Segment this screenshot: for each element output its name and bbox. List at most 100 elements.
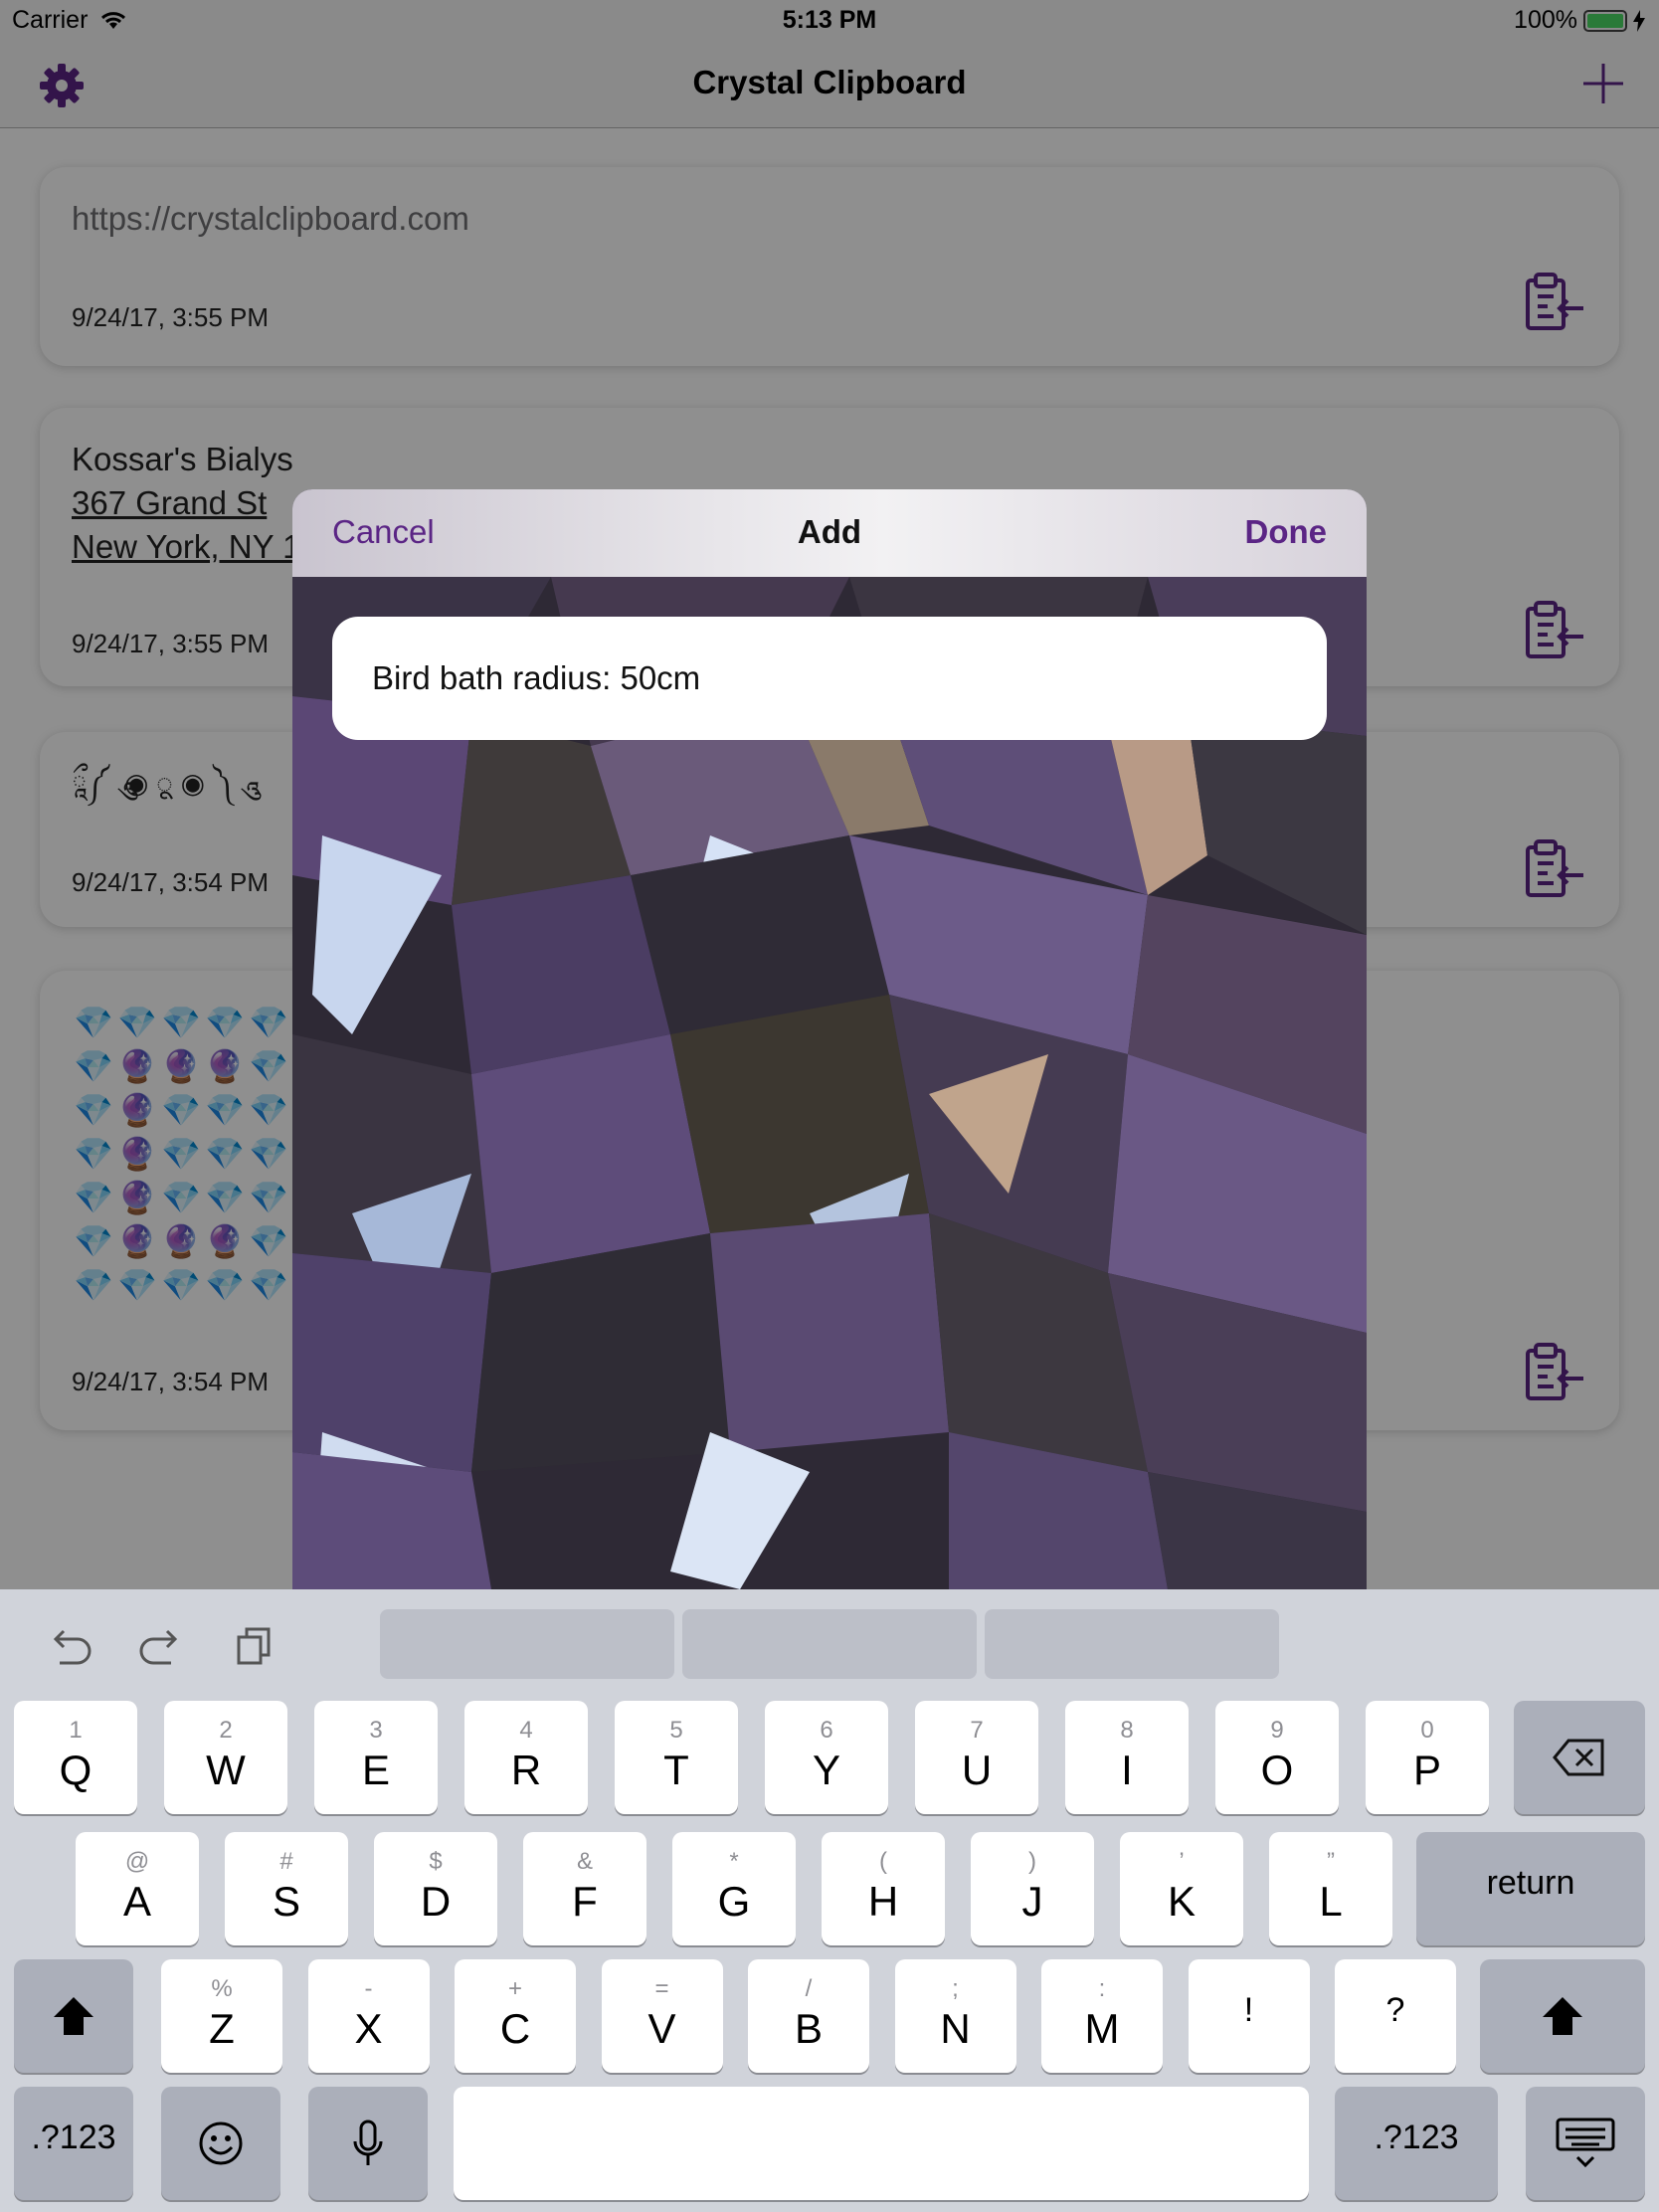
key-label: U — [961, 1747, 993, 1793]
key-secondary-label: 2 — [219, 1717, 233, 1744]
key-label: Z — [209, 2005, 235, 2052]
key-label: S — [272, 1878, 300, 1925]
key-label: Y — [812, 1747, 840, 1793]
dismiss-keyboard-key[interactable] — [1526, 2087, 1645, 2200]
key-u[interactable]: 7U — [915, 1701, 1038, 1814]
key-label: O — [1260, 1747, 1294, 1793]
key-b[interactable]: / B — [748, 1959, 869, 2073]
key-secondary-label: @ — [124, 1848, 150, 1875]
key-secondary-label: 3 — [369, 1717, 383, 1744]
key-label: X — [354, 2005, 383, 2052]
suggestion-slot[interactable] — [985, 1609, 1279, 1679]
clip-text-input[interactable] — [332, 617, 1327, 740]
key-exclamation[interactable]: ! — [1188, 1959, 1310, 2073]
return-label: return — [1486, 1864, 1575, 1902]
key-label: H — [867, 1878, 899, 1925]
key-secondary-label: 8 — [1120, 1717, 1134, 1744]
key-secondary-label: 7 — [970, 1717, 984, 1744]
redo-icon[interactable] — [133, 1617, 189, 1673]
key-g[interactable]: * G — [672, 1832, 796, 1945]
shift-key-right[interactable] — [1480, 1959, 1645, 2073]
key-label: M — [1084, 2005, 1120, 2052]
key-secondary-label: * — [729, 1848, 739, 1875]
key-label: L — [1319, 1878, 1343, 1925]
key-label: Q — [59, 1747, 92, 1793]
key-label: B — [794, 2005, 823, 2052]
key-secondary-label: + — [507, 1975, 522, 2002]
key-k[interactable]: ’ K — [1120, 1832, 1243, 1945]
key-secondary-label: 6 — [820, 1717, 833, 1744]
key-secondary-label: 9 — [1270, 1717, 1284, 1744]
suggestion-slot[interactable] — [682, 1609, 977, 1679]
key-v[interactable]: = V — [601, 1959, 723, 2073]
key-secondary-label: ; — [952, 1975, 959, 2002]
done-button[interactable]: Done — [1245, 513, 1328, 551]
key-secondary-label: 5 — [669, 1717, 683, 1744]
key-label: I — [1121, 1747, 1133, 1793]
key-a[interactable]: @ A — [76, 1832, 199, 1945]
modal-header: Cancel Add Done — [292, 489, 1367, 577]
key-label: R — [510, 1747, 542, 1793]
key-secondary-label: 1 — [69, 1717, 83, 1744]
paste-icon[interactable] — [225, 1617, 280, 1673]
key-e[interactable]: 3E — [314, 1701, 438, 1814]
key-i[interactable]: 8I — [1065, 1701, 1189, 1814]
key-secondary-label: = — [654, 1975, 669, 2002]
key-secondary-label: ) — [1028, 1848, 1036, 1875]
numbers-key-right[interactable]: .?123 — [1335, 2087, 1498, 2200]
numbers-key-left[interactable]: .?123 — [14, 2087, 133, 2200]
key-secondary-label: # — [279, 1848, 293, 1875]
key-secondary-label: ” — [1327, 1848, 1335, 1875]
shift-key-left[interactable] — [14, 1959, 133, 2073]
delete-icon — [1553, 1739, 1604, 1776]
key-secondary-label: 4 — [519, 1717, 533, 1744]
key-label: G — [717, 1878, 751, 1925]
key-p[interactable]: 0P — [1366, 1701, 1489, 1814]
microphone-icon — [353, 2120, 383, 2165]
key-secondary-label: : — [1098, 1975, 1106, 2002]
emoji-key[interactable] — [161, 2087, 280, 2200]
add-clip-modal: Cancel Add Done — [292, 489, 1367, 1589]
key-label: E — [361, 1747, 390, 1793]
key-f[interactable]: & F — [523, 1832, 646, 1945]
key-question[interactable]: ? — [1335, 1959, 1456, 2073]
key-o[interactable]: 9O — [1215, 1701, 1339, 1814]
key-secondary-label: ( — [879, 1848, 887, 1875]
modal-title: Add — [797, 513, 862, 550]
key-q[interactable]: 1Q — [14, 1701, 137, 1814]
key-y[interactable]: 6Y — [765, 1701, 888, 1814]
key-label: V — [647, 2005, 676, 2052]
key-secondary-label: / — [805, 1975, 813, 2002]
key-m[interactable]: :M — [1041, 1959, 1163, 2073]
key-x[interactable]: -X — [307, 1959, 430, 2073]
key-h[interactable]: (H — [822, 1832, 945, 1945]
key-j[interactable]: ) J — [971, 1832, 1094, 1945]
key-label: N — [940, 2005, 971, 2052]
key-secondary-label: - — [364, 1975, 373, 2002]
key-secondary-label: 0 — [1420, 1717, 1434, 1744]
key-s[interactable]: # S — [225, 1832, 348, 1945]
undo-icon[interactable] — [42, 1617, 97, 1673]
emoji-icon — [199, 2121, 243, 2165]
space-bar[interactable] — [454, 2087, 1309, 2200]
key-d[interactable]: $ D — [374, 1832, 497, 1945]
key-r[interactable]: 4R — [464, 1701, 588, 1814]
key-l[interactable]: ” L — [1269, 1832, 1392, 1945]
key-t[interactable]: 5T — [615, 1701, 738, 1814]
dictation-key[interactable] — [308, 2087, 428, 2200]
key-secondary-label: $ — [429, 1848, 443, 1875]
key-z[interactable]: % Z — [161, 1959, 282, 2073]
numbers-label: .?123 — [31, 2119, 116, 2156]
key-c[interactable]: + C — [455, 1959, 576, 2073]
shift-icon — [54, 1997, 93, 2035]
suggestion-slot[interactable] — [380, 1609, 674, 1679]
key-w[interactable]: 2W — [164, 1701, 287, 1814]
key-label: ? — [1385, 1991, 1405, 2029]
key-label: A — [122, 1878, 151, 1925]
delete-key[interactable] — [1514, 1701, 1645, 1814]
key-label: T — [663, 1747, 689, 1793]
key-label: K — [1167, 1878, 1196, 1925]
key-n[interactable]: ; N — [894, 1959, 1016, 2073]
return-key[interactable]: return — [1416, 1832, 1645, 1945]
keyboard-dismiss-icon — [1556, 2118, 1615, 2168]
